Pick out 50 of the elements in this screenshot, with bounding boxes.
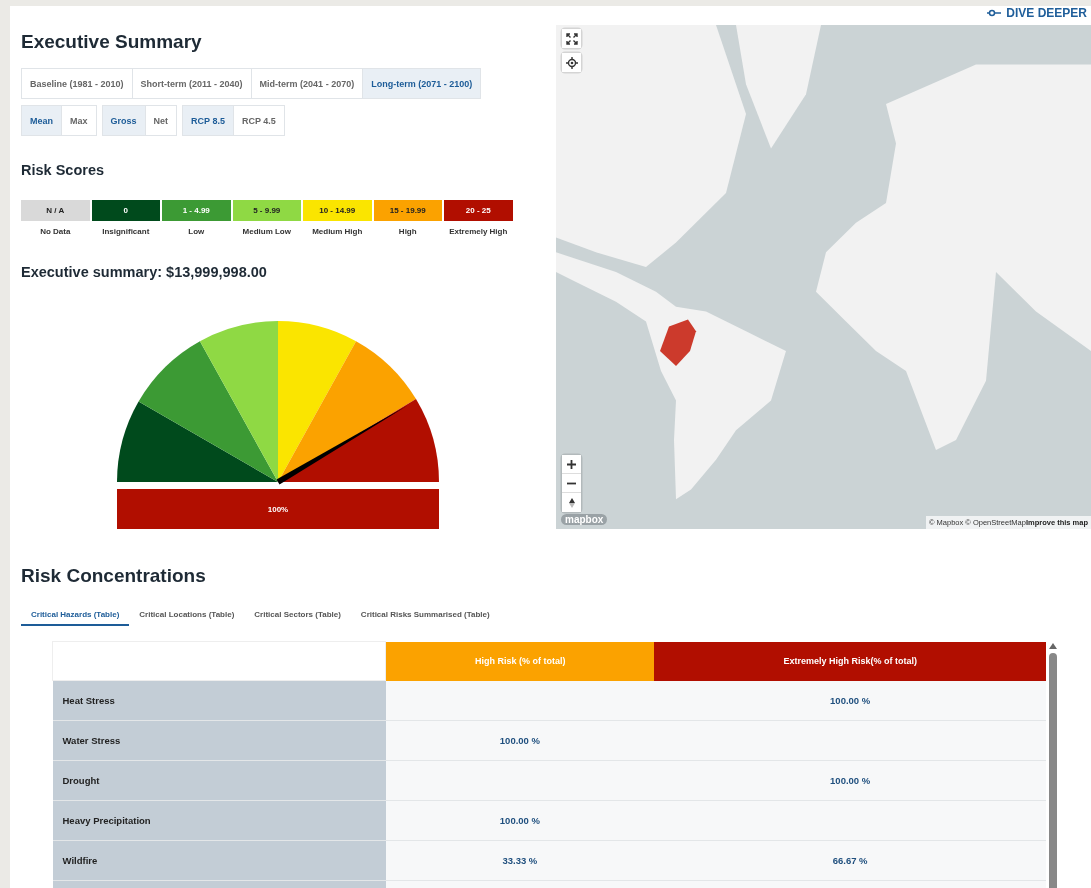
band-label: Insignificant [102,227,150,236]
band-label: Low [188,227,205,236]
row-header: Drought [52,760,386,801]
toggle-button[interactable]: RCP 8.5 [183,106,234,135]
table-cell: 100.00 % [385,720,655,761]
table-tab[interactable]: Critical Hazards (Table) [21,604,130,626]
zoom-in-button[interactable] [562,455,581,474]
table-tab[interactable]: Critical Sectors (Table) [244,604,351,626]
plus-icon [567,459,576,469]
toggle-button[interactable]: Gross [102,106,146,135]
compass-icon [568,497,575,508]
row-header: Wildfire [52,840,386,881]
locate-button[interactable] [562,53,581,72]
row-header: Heavy Precipitation [52,800,386,841]
score-band: 0 [91,200,160,221]
page-title: Executive Summary [21,30,203,53]
band-label: Medium Low [242,227,291,236]
row-header: Water Stress [52,720,386,761]
table-cell: 33.33 % [385,840,655,881]
score-band: 15 - 19.99 [373,200,442,221]
expand-icon [565,32,578,45]
table-tab[interactable]: Critical Risks Summarised (Table) [350,604,500,626]
period-tab[interactable]: Long-term (2071 - 2100) [363,69,481,98]
score-band: N / A [21,200,90,221]
section-title: Risk Scores [21,162,106,178]
slider-icon [987,9,1002,17]
score-band: 5 - 9.99 [232,200,301,221]
table-cell: 100.00 % [654,680,1046,721]
dive-deeper-link[interactable]: DIVE DEEPER [987,6,1091,20]
score-band: 20 - 25 [444,200,513,221]
toggle-button[interactable]: Mean [22,106,62,135]
mapbox-logo: mapbox [561,514,608,525]
table-cell: 100.00 % [654,760,1046,801]
score-band: 1 - 4.99 [162,200,231,221]
band-label: High [398,227,417,236]
fullscreen-button[interactable] [562,29,581,48]
column-header: Extremely High Risk(% of total) [654,641,1046,681]
score-band: 10 - 14.99 [303,200,372,221]
row-header: Heat Stress [52,680,386,721]
band-label: No Data [40,227,71,236]
band-label: Medium High [312,227,363,236]
column-header: High Risk (% of total) [385,641,655,681]
target-icon [565,56,578,69]
table-cell: 100.00 % [385,800,655,841]
section-title: Risk Concentrations [21,564,207,587]
band-label: Extremely High [449,227,508,236]
table-cell: 66.67 % [654,840,1046,881]
table-tab[interactable]: Critical Locations (Table) [129,604,245,626]
summary-title: Executive summary: $13,999,998.00 [21,264,268,280]
gauge-reading-bar: 100% [117,489,439,529]
